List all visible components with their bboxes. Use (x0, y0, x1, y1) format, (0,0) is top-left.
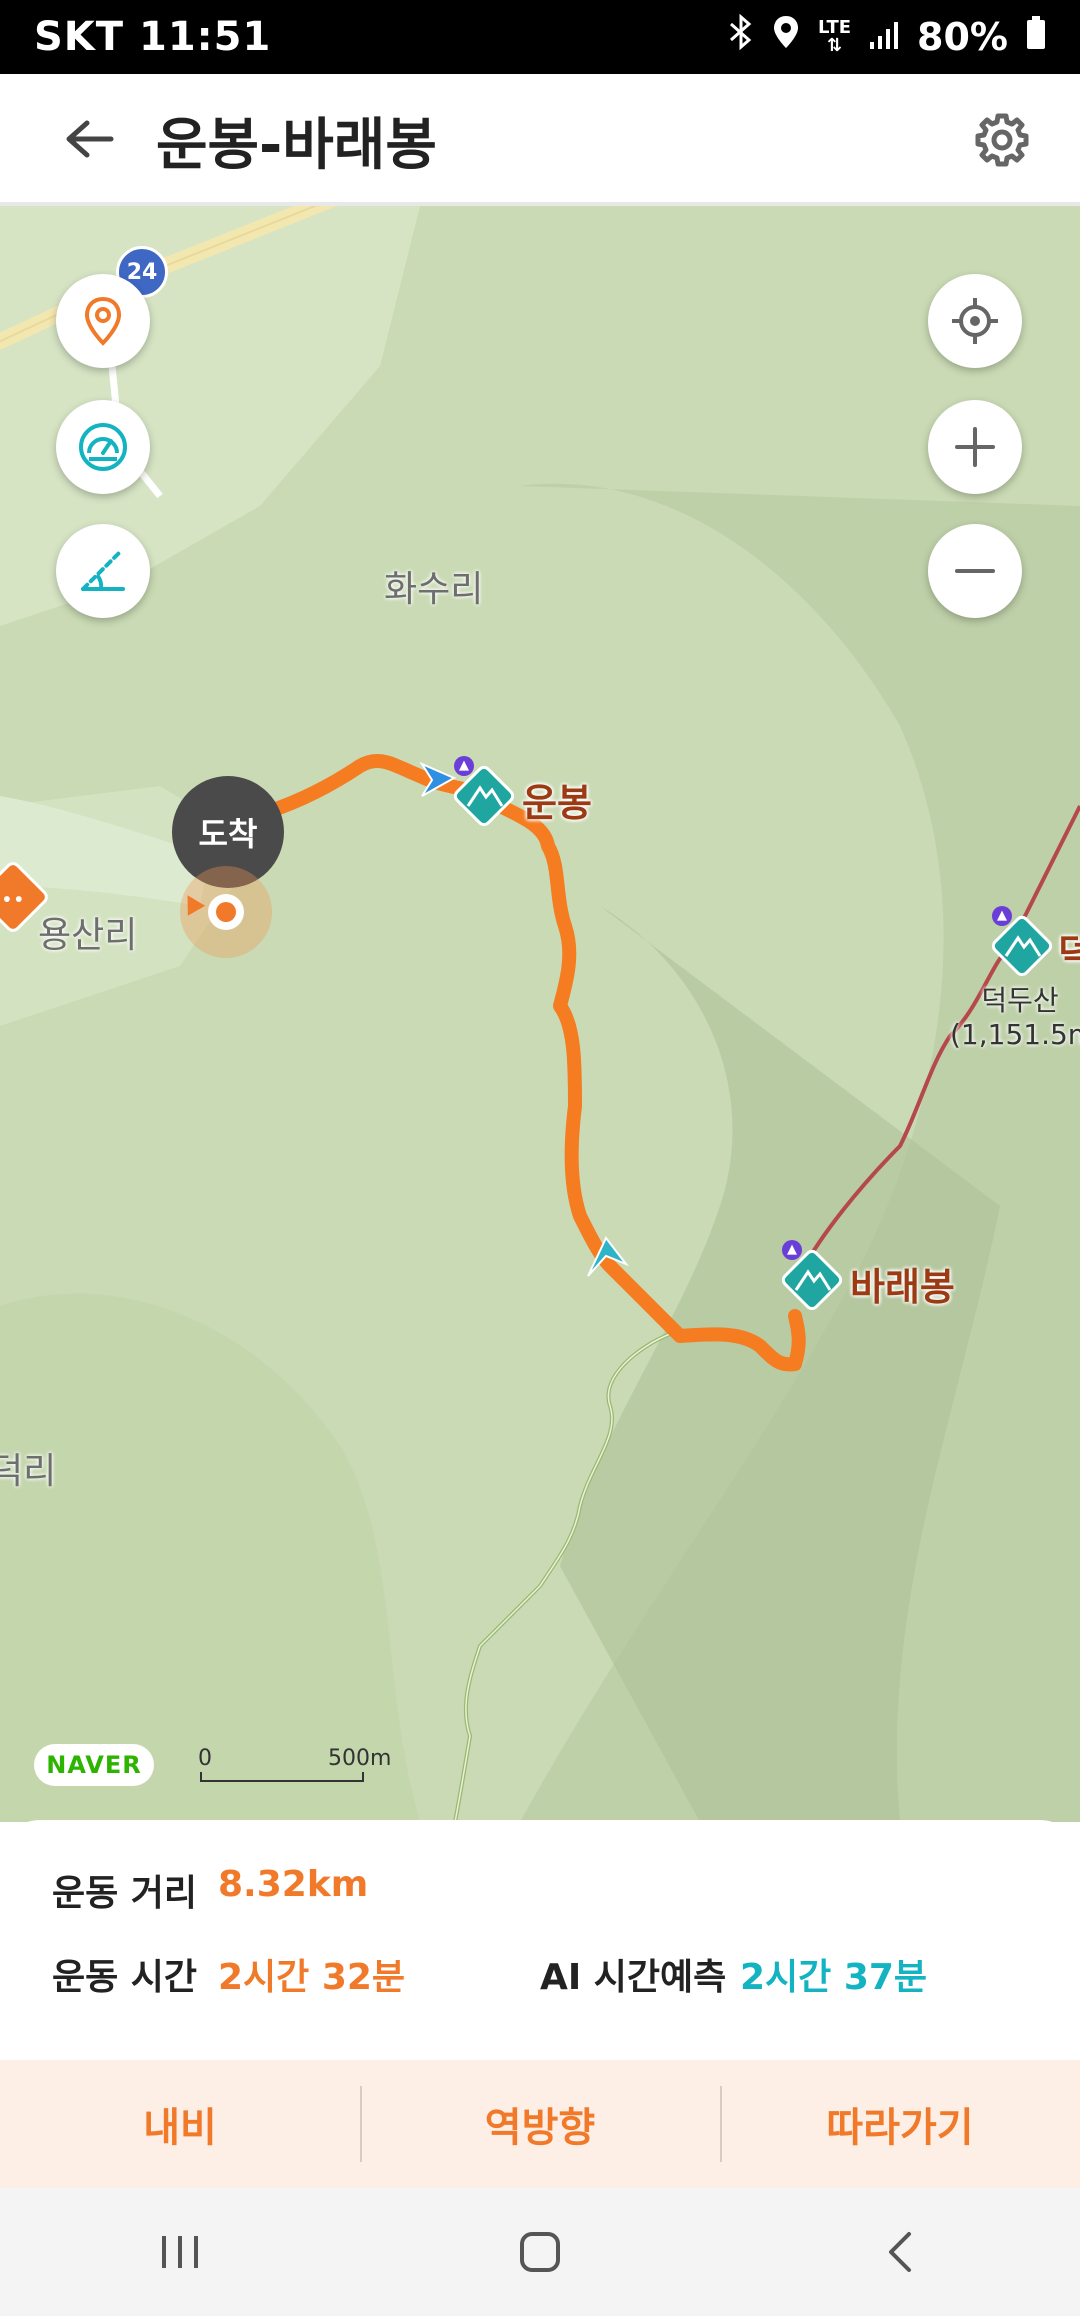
place-hwasuri: 화수리 (384, 569, 484, 610)
peak-label-deokdusan: 덕 (1058, 931, 1080, 975)
zoom-in-button[interactable] (928, 400, 1022, 494)
system-back-button[interactable] (840, 2212, 960, 2292)
app-header: 운봉-바래봉 (0, 74, 1080, 206)
time-value: 2시간 32분 (218, 1957, 406, 1998)
summit-badge-icon: ▲ (454, 756, 474, 776)
action-bar: 내비 역방향 따라가기 (0, 2060, 1080, 2188)
home-icon (520, 2232, 560, 2272)
gear-icon (975, 113, 1029, 167)
navi-button[interactable]: 내비 (0, 2060, 360, 2188)
recents-icon (162, 2236, 198, 2268)
time-label: 운동 시간 (52, 1957, 198, 1998)
lte-icon: LTE ⇅ (817, 16, 852, 56)
recents-button[interactable] (120, 2212, 240, 2292)
map-view[interactable]: 24 화수리 용산리 덕리 •• 도착 ▲ 운봉 ▲ 바래봉 ▲ 덕 덕두산 (… (0, 206, 1080, 1822)
battery-icon (1026, 15, 1046, 59)
scale-distance: 500m (328, 1746, 392, 1771)
peak-label-unbong: 운봉 (522, 781, 592, 825)
speedometer-icon (79, 423, 127, 471)
location-icon (772, 14, 800, 59)
direction-arrow-icon (587, 1236, 630, 1277)
ai-estimate-label: AI 시간예측 (540, 1957, 727, 1998)
slope-angle-icon (81, 551, 125, 591)
elevation-button[interactable] (56, 524, 150, 618)
road-number: 24 (126, 259, 158, 285)
speed-gauge-button[interactable] (56, 400, 150, 494)
distance-label: 운동 거리 (52, 1873, 198, 1914)
map-pin-icon (84, 296, 122, 346)
map-base (0, 206, 1080, 1822)
deokdusan-elevation: (1,151.5m) (950, 1018, 1080, 1051)
ai-estimate-value: 2시간 37분 (740, 1957, 928, 1998)
naver-logo: NAVER (34, 1744, 154, 1786)
battery-percent: 80% (917, 14, 1008, 59)
more-dots-icon: •• (1, 887, 25, 912)
system-nav-bar (0, 2188, 1080, 2316)
zoom-out-button[interactable] (928, 524, 1022, 618)
page-title: 운봉-바래봉 (156, 113, 437, 178)
peak-label-baraebong: 바래봉 (850, 1265, 955, 1309)
reverse-direction-button[interactable]: 역방향 (360, 2060, 720, 2188)
settings-button[interactable] (964, 102, 1040, 178)
summit-badge-icon: ▲ (782, 1240, 802, 1260)
my-location-button[interactable] (928, 274, 1022, 368)
status-bar: SKT 11:51 LTE ⇅ 80% (0, 0, 1080, 74)
arrival-label: 도착 (198, 815, 258, 853)
peak-marker-unbong[interactable]: ▲ (452, 756, 516, 832)
back-button[interactable] (50, 104, 128, 174)
summit-badge-icon: ▲ (992, 906, 1012, 926)
scale-zero: 0 (198, 1746, 212, 1771)
stats-panel: 운동 거리 8.32km 운동 시간 2시간 32분 AI 시간예측 2시간 3… (0, 1820, 1080, 2060)
arrow-left-icon (66, 120, 114, 158)
place-left-edge: 덕리 (0, 1451, 57, 1492)
location-pin-button[interactable] (56, 274, 150, 368)
peak-marker-deokdusan[interactable]: ▲ (990, 906, 1054, 982)
minus-icon (955, 569, 995, 573)
distance-value: 8.32km (218, 1864, 369, 1905)
back-icon (889, 2232, 911, 2272)
network-type: LTE (817, 16, 852, 38)
crosshair-icon (952, 298, 998, 344)
place-yongsanri: 용산리 (38, 915, 138, 956)
plus-icon (955, 427, 995, 467)
peak-marker-baraebong[interactable]: ▲ (780, 1240, 844, 1316)
signal-icon (869, 15, 899, 59)
follow-route-button[interactable]: 따라가기 (720, 2060, 1080, 2188)
carrier-time: SKT 11:51 (34, 14, 272, 60)
peak-name-deokdusan: 덕두산 (1,151.5m) (950, 984, 1080, 1052)
deokdusan-name: 덕두산 (981, 984, 1059, 1017)
home-button[interactable] (480, 2212, 600, 2292)
status-icons: LTE ⇅ 80% (728, 13, 1046, 59)
brand-text: NAVER (46, 1751, 142, 1779)
bluetooth-icon (728, 13, 754, 59)
